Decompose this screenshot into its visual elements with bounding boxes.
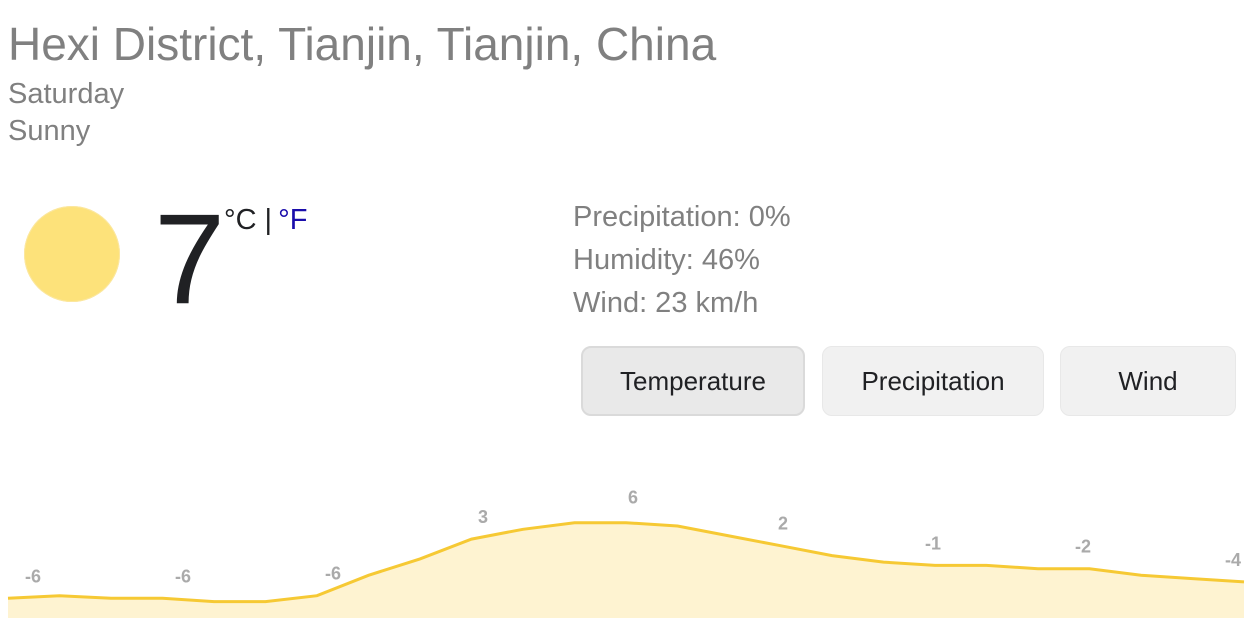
tab-wind[interactable]: Wind <box>1060 346 1236 416</box>
tab-precipitation[interactable]: Precipitation <box>822 346 1044 416</box>
wind-detail: Wind: 23 km/h <box>573 287 759 319</box>
precipitation-detail: Precipitation: 0% <box>573 201 791 233</box>
tab-temperature[interactable]: Temperature <box>581 346 805 416</box>
temperature-label: -6 <box>175 566 191 586</box>
weather-details: Precipitation: 0% Humidity: 46% Wind: 23… <box>573 196 791 325</box>
condition-label: Sunny <box>8 115 91 147</box>
unit-toggle: °C | °F <box>224 202 307 238</box>
temperature-label: 2 <box>778 514 788 534</box>
temperature-chart: -6 -6 -6 3 6 2 -1 -2 -4 <box>7 487 1245 618</box>
humidity-detail: Humidity: 46% <box>573 244 760 276</box>
current-temperature: 7 <box>154 188 226 331</box>
unit-separator: | <box>264 204 273 236</box>
unit-fahrenheit[interactable]: °F <box>278 204 307 236</box>
temperature-label: 3 <box>478 507 488 527</box>
temperature-label: -6 <box>25 566 41 586</box>
sun-icon <box>24 206 120 302</box>
unit-celsius[interactable]: °C <box>224 204 257 236</box>
temperature-label: -1 <box>925 533 941 553</box>
temperature-label: -2 <box>1075 537 1091 557</box>
location-title: Hexi District, Tianjin, Tianjin, China <box>8 18 717 70</box>
temperature-label: 6 <box>628 487 638 507</box>
day-label: Saturday <box>8 78 125 110</box>
temperature-area <box>8 522 1244 618</box>
temperature-label: -6 <box>325 564 341 584</box>
temperature-label: -4 <box>1225 550 1241 570</box>
